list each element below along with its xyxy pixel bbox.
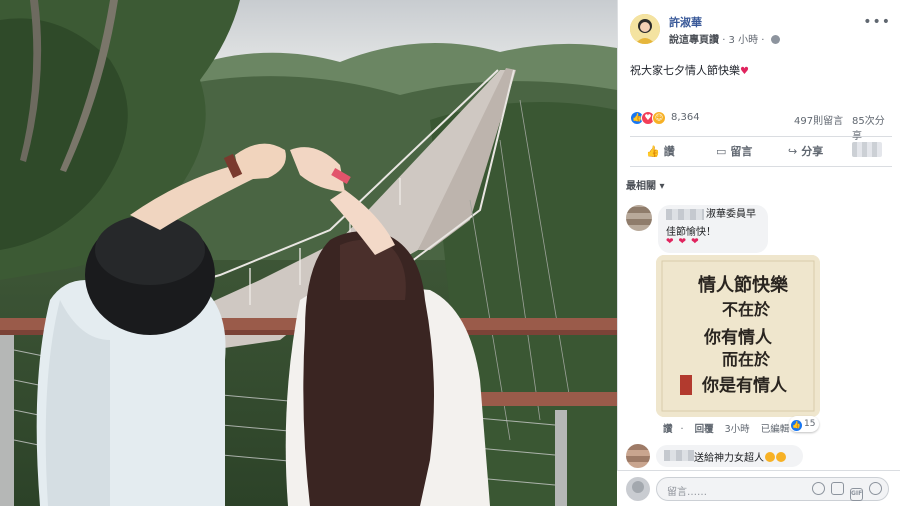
like-button-label: 讚 (663, 145, 675, 158)
comment-time[interactable]: 3小時 (725, 424, 750, 435)
sort-label: 最相關 (626, 181, 656, 192)
sticker-line-2: 不在於 (722, 300, 771, 319)
divider (630, 136, 892, 137)
reaction-count[interactable]: 8,364 (671, 112, 700, 123)
couple-bridge-photo (0, 0, 617, 506)
like-reaction-icon: 👍 (791, 420, 802, 431)
comment-bubble: 淑華委員早 佳節愉快！ ❤❤❤ (658, 205, 768, 253)
smiley-emoji-icon (776, 452, 786, 462)
comment-text-content: 送給神力女超人 (694, 453, 764, 464)
sticker-icon[interactable] (869, 482, 882, 495)
thumbs-up-icon: 👍 (646, 145, 660, 158)
globe-icon (770, 35, 780, 44)
author-avatar[interactable] (630, 14, 660, 44)
divider (630, 166, 892, 167)
meta-separator: · (761, 35, 768, 46)
post-time[interactable]: 3 小時 (729, 35, 759, 46)
haha-reaction-icon: ☺ (652, 111, 666, 125)
share-button-label: 分享 (801, 145, 824, 158)
post-photo[interactable] (0, 0, 617, 506)
commenter-avatar[interactable] (626, 205, 652, 231)
speech-bubble-icon: ▭ (716, 145, 727, 158)
post-as-avatar[interactable] (852, 142, 882, 157)
post-text: 祝大家七夕情人節快樂♥ (630, 62, 749, 78)
comment-composer: 留言…… GIF (617, 470, 900, 506)
more-options-icon[interactable]: ••• (863, 14, 891, 30)
sticker-line-1: 情人節快樂 (698, 274, 789, 296)
post-text-content: 祝大家七夕情人節快樂 (630, 64, 740, 77)
comment-text-line2: 佳節愉快！ (666, 227, 716, 238)
comment-like-count[interactable]: 👍 15 (789, 416, 820, 432)
share-button[interactable]: ↪ 分享 (788, 143, 823, 159)
commenter-name-blurred[interactable] (666, 209, 704, 220)
comment-edited-label[interactable]: 已編輯 (761, 424, 790, 435)
comment-input-placeholder: 留言…… (667, 487, 707, 498)
viewer-avatar[interactable] (626, 477, 650, 501)
comment-text: 送給神力女超人 (694, 449, 786, 464)
post-meta: 說這專頁讚 · 3 小時 · (669, 31, 780, 46)
comment-meta: 讚 · 回覆 3小時 已編輯 (663, 421, 797, 435)
sticker-line-4: 而在於 (722, 350, 771, 369)
composer-icons: GIF (806, 482, 882, 501)
commenter-name-blurred[interactable] (664, 450, 694, 461)
author-avatar-image (630, 14, 660, 44)
shares-count[interactable]: 85次分享 (852, 112, 892, 142)
comment-button-label: 留言 (730, 145, 753, 158)
gif-icon[interactable]: GIF (850, 488, 863, 501)
comment-hearts: ❤❤❤ (666, 237, 704, 247)
red-seal-stamp (680, 375, 692, 395)
comment-sort-dropdown[interactable]: 最相關 ▾ (626, 177, 665, 192)
emoji-icon[interactable] (812, 482, 825, 495)
comment-like-link[interactable]: 讚 (663, 424, 673, 435)
comment-like-count-value: 15 (804, 419, 816, 429)
commenter-avatar[interactable] (626, 444, 650, 468)
post-header: 許淑華 說這專頁讚 · 3 小時 · ••• (618, 0, 900, 52)
comment-input[interactable]: 留言…… GIF (656, 477, 889, 501)
calligraphy-card: 情人節快樂 不在於 你有情人 而在於 你是有情人 (656, 255, 820, 417)
sticker-line-5: 你是有情人 (701, 375, 788, 396)
comment-calligraphy-image[interactable]: 情人節快樂 不在於 你有情人 而在於 你是有情人 (656, 255, 820, 417)
share-arrow-icon: ↪ (788, 145, 798, 158)
smiley-emoji-icon (765, 452, 775, 462)
comment-text-line1: 淑華委員早 (706, 209, 756, 220)
post-action-bar: 👍 讚 ▭ 留言 ↪ 分享 (630, 140, 892, 162)
heart-emoji-icon: ♥ (740, 66, 749, 77)
comments-count[interactable]: 497則留言 (794, 112, 843, 127)
author-name[interactable]: 許淑華 (669, 14, 702, 30)
meta-dot: · (680, 424, 684, 435)
camera-icon[interactable] (831, 482, 844, 495)
like-button[interactable]: 👍 讚 (646, 143, 675, 159)
sticker-line-3: 你有情人 (703, 327, 773, 348)
reaction-stats: 👍 ♥ ☺ 8,364 497則留言 85次分享 (630, 110, 892, 142)
comment-bubble: 送給神力女超人 (656, 445, 803, 467)
comment-button[interactable]: ▭ 留言 (716, 143, 752, 159)
sponsor-note[interactable]: 說這專頁讚 (669, 35, 719, 46)
comment-reply-link[interactable]: 回覆 (695, 424, 714, 435)
chevron-down-icon: ▾ (659, 181, 665, 192)
